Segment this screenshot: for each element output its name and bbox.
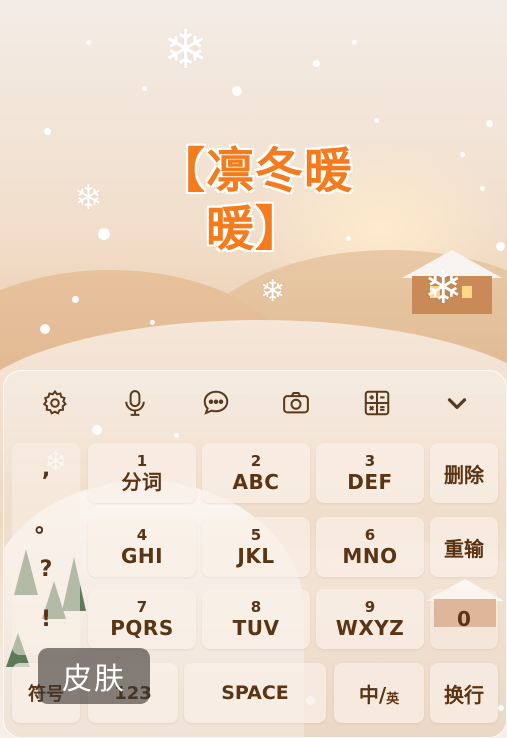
symbol-key-period[interactable]: 。 [12, 507, 80, 539]
key-3[interactable]: 3 DEF [316, 443, 424, 503]
key-number: 2 [250, 452, 262, 470]
key-0[interactable]: 0 [430, 589, 498, 649]
delete-key[interactable]: 删除 [430, 443, 498, 503]
key-number: 5 [250, 526, 262, 544]
collapse-keyboard-button[interactable] [439, 385, 475, 421]
quick-reply-button[interactable] [198, 385, 234, 421]
key-label: WXYZ [335, 616, 405, 640]
key-label: MNO [342, 544, 398, 568]
key-number: 6 [364, 526, 376, 544]
key-label: 分词 [121, 470, 163, 494]
symbol-key-question[interactable]: ? [12, 557, 80, 582]
skin-button[interactable]: 皮肤 [38, 648, 150, 704]
key-number: 9 [364, 598, 376, 616]
skin-button-label: 皮肤 [62, 662, 126, 697]
symbol-key-exclamation[interactable]: ! [12, 607, 80, 632]
key-label: TUV [232, 616, 280, 640]
speech-bubble-icon [203, 390, 229, 415]
key-8[interactable]: 8 TUV [202, 589, 310, 649]
banner-title: 【凛冬暖 暖】 [110, 142, 400, 258]
language-en-label: 英 [386, 691, 400, 707]
banner-title-line1: 【凛冬暖 [156, 143, 353, 199]
key-number: 3 [364, 452, 376, 470]
newline-key-label: 换行 [444, 682, 484, 707]
keyboard-toolbar [4, 371, 506, 435]
snowflake-icon: ❄ [424, 260, 463, 314]
language-switch-key[interactable]: 中/ 英 [334, 663, 424, 723]
banner-title-line2: 暖】 [205, 201, 304, 257]
reenter-key[interactable]: 重输 [430, 517, 498, 577]
space-key[interactable]: SPACE [184, 663, 326, 723]
key-6[interactable]: 6 MNO [316, 517, 424, 577]
key-label: ABC [232, 470, 280, 494]
space-key-label: SPACE [221, 682, 289, 704]
reenter-key-label: 重输 [444, 536, 484, 561]
chevron-down-icon [447, 398, 467, 409]
key-number: 7 [136, 598, 148, 616]
language-zh-label: 中/ [358, 682, 387, 707]
voice-input-button[interactable] [117, 385, 153, 421]
key-9[interactable]: 9 WXYZ [316, 589, 424, 649]
snowflake-icon: ❄ [74, 178, 103, 218]
microphone-icon [125, 390, 145, 416]
snowflake-icon: ❄ [260, 274, 286, 309]
key-7[interactable]: 7 PQRS [88, 589, 196, 649]
key-label: PQRS [110, 616, 174, 640]
calculator-icon [364, 390, 390, 416]
newline-key[interactable]: 换行 [430, 663, 498, 723]
key-1[interactable]: 1 分词 [88, 443, 196, 503]
camera-button[interactable] [278, 385, 314, 421]
symbol-column: , 。 ? ! [12, 443, 80, 655]
key-number: 1 [136, 452, 148, 470]
key-4[interactable]: 4 GHI [88, 517, 196, 577]
key-number: 4 [136, 526, 148, 544]
delete-key-label: 删除 [444, 462, 484, 487]
key-label: DEF [347, 470, 393, 494]
symbol-key-comma[interactable]: , [12, 457, 80, 482]
key-number: 8 [250, 598, 262, 616]
key-0-label: 0 [457, 607, 471, 631]
calculator-button[interactable] [359, 385, 395, 421]
gear-icon [42, 389, 67, 415]
key-5[interactable]: 5 JKL [202, 517, 310, 577]
settings-button[interactable] [37, 385, 73, 421]
key-2[interactable]: 2 ABC [202, 443, 310, 503]
camera-icon [283, 392, 309, 414]
key-label: JKL [237, 544, 275, 568]
key-label: GHI [120, 544, 164, 568]
snowflake-icon: ❄ [163, 18, 209, 81]
